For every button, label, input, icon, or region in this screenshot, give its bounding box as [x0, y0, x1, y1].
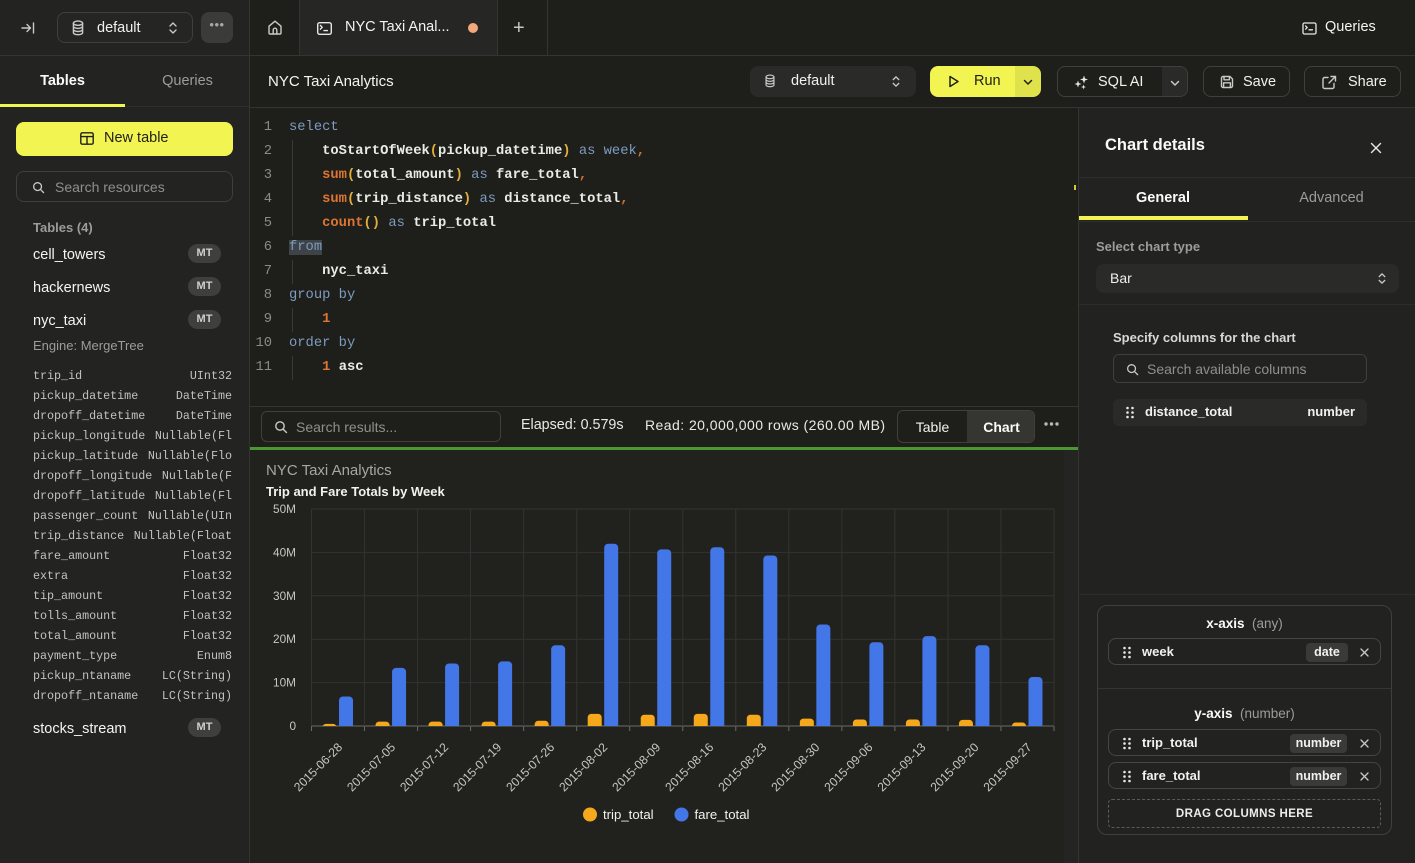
- svg-text:2015-08-23: 2015-08-23: [715, 740, 769, 794]
- svg-text:fare_total: fare_total: [695, 807, 750, 822]
- svg-text:2015-07-26: 2015-07-26: [503, 740, 557, 794]
- svg-text:Trip and Fare Totals by Week: Trip and Fare Totals by Week: [266, 484, 445, 499]
- svg-text:trip_total: trip_total: [603, 807, 654, 822]
- svg-text:NYC Taxi Analytics: NYC Taxi Analytics: [266, 462, 392, 479]
- svg-text:2015-08-02: 2015-08-02: [556, 740, 610, 794]
- svg-text:2015-09-20: 2015-09-20: [928, 740, 982, 794]
- svg-text:10M: 10M: [273, 676, 296, 690]
- svg-text:40M: 40M: [273, 545, 296, 559]
- svg-text:2015-07-19: 2015-07-19: [450, 740, 504, 794]
- svg-text:2015-06-28: 2015-06-28: [291, 740, 345, 794]
- svg-text:2015-07-12: 2015-07-12: [397, 740, 451, 794]
- svg-text:50M: 50M: [273, 502, 296, 516]
- svg-text:20M: 20M: [273, 632, 296, 646]
- svg-text:0: 0: [289, 719, 296, 733]
- svg-text:2015-09-06: 2015-09-06: [822, 740, 876, 794]
- svg-text:2015-07-05: 2015-07-05: [344, 740, 398, 794]
- svg-text:2015-09-13: 2015-09-13: [875, 740, 929, 794]
- svg-text:2015-09-27: 2015-09-27: [981, 740, 1035, 794]
- svg-text:2015-08-30: 2015-08-30: [768, 740, 822, 794]
- svg-text:2015-08-09: 2015-08-09: [609, 740, 663, 794]
- svg-text:2015-08-16: 2015-08-16: [662, 740, 716, 794]
- svg-text:30M: 30M: [273, 589, 296, 603]
